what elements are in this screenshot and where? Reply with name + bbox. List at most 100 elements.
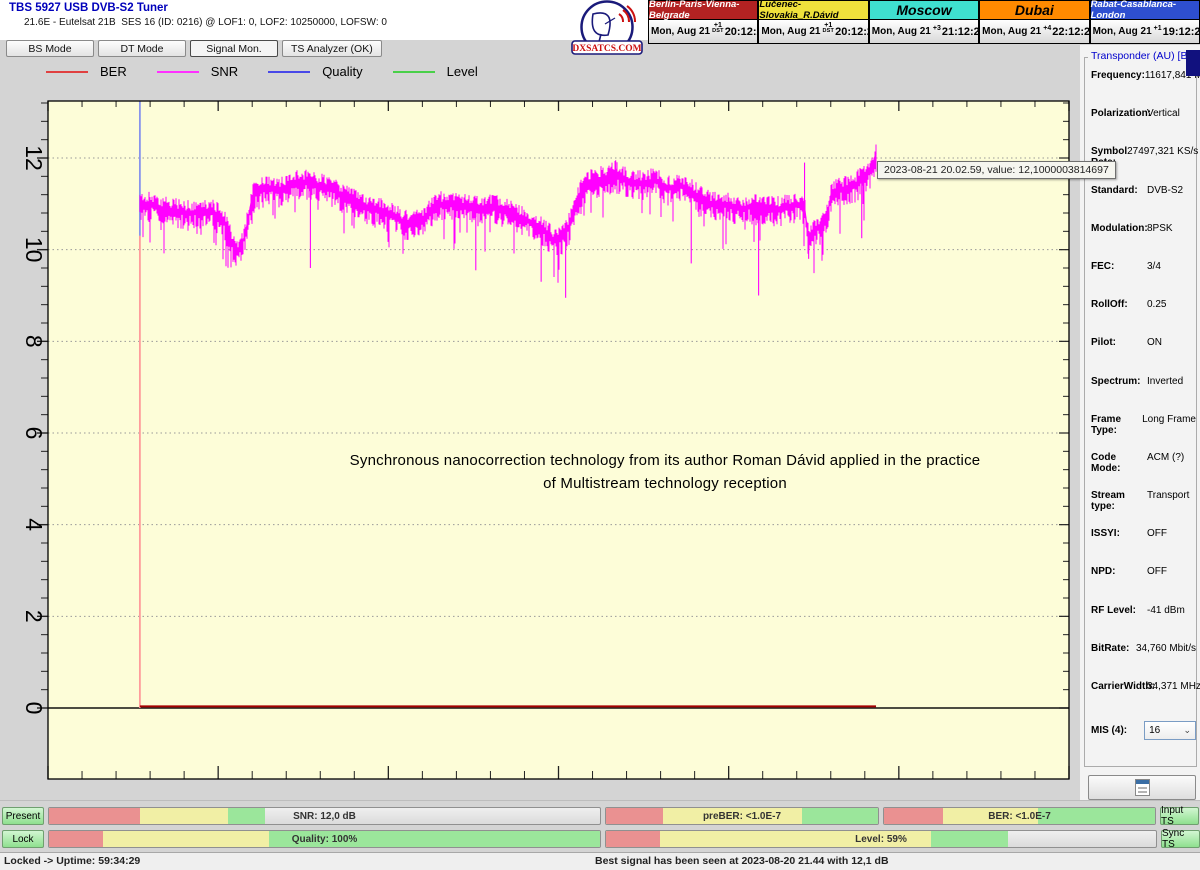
transponder-field-row: Modulation:8PSK — [1091, 223, 1196, 261]
field-value: 3/4 — [1147, 261, 1161, 299]
tuner-app-window: TBS 5927 USB DVB-S2 Tuner 21.6E - Eutels… — [0, 0, 1200, 870]
field-value: 8PSK — [1147, 223, 1173, 261]
clock-4: Rabat-Casablanca-LondonMon, Aug 21+119:1… — [1090, 0, 1200, 44]
bar-label: preBER: <1.0E-7 — [606, 808, 878, 824]
lock-button[interactable]: Lock — [2, 830, 44, 848]
clock-3: DubaiMon, Aug 21+422:12:23 — [979, 0, 1089, 44]
legend-item-snr: SNR — [157, 64, 238, 79]
signal-bars-row-2: Lock Quality: 100% Level: 59% Sync TS — [2, 830, 1200, 848]
field-label: RollOff: — [1091, 299, 1147, 337]
transponder-field-row: RF Level:-41 dBm — [1091, 605, 1196, 643]
transponder-field-row: Frequency:11617,841 MHz — [1091, 70, 1196, 108]
transponder-field-row: Code Mode:ACM (?) — [1091, 452, 1196, 490]
legend-line-ber — [46, 71, 88, 73]
present-button[interactable]: Present — [2, 807, 44, 825]
clock-time-row: Mon, Aug 21+1DST20:12:23 — [758, 20, 868, 44]
dst-flag: DST — [712, 29, 724, 35]
legend-item-ber: BER — [46, 64, 127, 79]
legend-label: Level — [447, 64, 478, 79]
chart-legend: BER SNR Quality Level — [46, 64, 508, 79]
chevron-down-icon: ⌄ — [1183, 725, 1191, 736]
transponder-field-row: BitRate:34,760 Mbit/s — [1091, 643, 1196, 681]
field-label: Polarization: — [1091, 108, 1147, 146]
legend-line-quality — [268, 71, 310, 73]
clock-city-label: Dubai — [979, 0, 1089, 20]
field-value: Inverted — [1147, 376, 1183, 414]
right-edge-marker — [1186, 50, 1200, 76]
transponder-field-row: RollOff:0.25 — [1091, 299, 1196, 337]
clock-city-label: Rabat-Casablanca-London — [1090, 0, 1200, 20]
bar-label: SNR: 12,0 dB — [49, 808, 600, 824]
clock-utc-offset: +1DST — [822, 22, 834, 35]
tab-signal-mon[interactable]: Signal Mon. — [190, 40, 278, 57]
clock-date: Mon, Aug 21 — [1093, 26, 1152, 37]
clock-utc-offset: +3 — [933, 25, 941, 32]
status-bar: Locked -> Uptime: 59:34:29 Best signal h… — [0, 852, 1200, 870]
tab-bs-mode[interactable]: BS Mode — [6, 40, 94, 57]
field-value: OFF — [1147, 566, 1167, 604]
mis-select[interactable]: 16 ⌄ — [1144, 721, 1196, 740]
transponder-field-row: ISSYI:OFF — [1091, 528, 1196, 566]
preber-bar: preBER: <1.0E-7 — [605, 807, 879, 825]
list-icon — [1135, 779, 1150, 796]
svg-text:6: 6 — [21, 427, 47, 440]
clock-time-row: Mon, Aug 21+119:12:23 — [1090, 20, 1200, 44]
field-value: OFF — [1147, 528, 1167, 566]
window-title: TBS 5927 USB DVB-S2 Tuner — [9, 2, 168, 14]
utc-offset-value: +4 — [1043, 25, 1051, 32]
tuner-subtitle: 21.6E - Eutelsat 21B SES 16 (ID: 0216) @… — [24, 17, 387, 28]
clock-city-label: Berlin-Paris-Vienna-Belgrade — [648, 0, 758, 20]
snr-bar: SNR: 12,0 dB — [48, 807, 601, 825]
field-label: Frequency: — [1091, 70, 1145, 108]
field-value: 34,371 MHz — [1147, 681, 1200, 719]
clock-0: Berlin-Paris-Vienna-BelgradeMon, Aug 21+… — [648, 0, 758, 44]
mis-value: 16 — [1149, 725, 1160, 736]
field-label: Frame Type: — [1091, 414, 1142, 452]
svg-text:0: 0 — [21, 702, 47, 715]
clock-time-value: 19:12:23 — [1163, 26, 1200, 38]
transponder-panel: Transponder (AU) [BS] Frequency:11617,84… — [1080, 45, 1200, 800]
bar-label: BER: <1.0E-7 — [884, 808, 1155, 824]
input-ts-button[interactable]: Input TS — [1160, 807, 1199, 825]
field-value: DVB-S2 — [1147, 185, 1183, 223]
field-value: 34,760 Mbit/s — [1136, 643, 1196, 681]
ts-dialog-button[interactable] — [1088, 775, 1196, 800]
transponder-field-row: CarrierWidth:34,371 MHz — [1091, 681, 1196, 719]
sync-ts-button[interactable]: Sync TS — [1161, 830, 1200, 848]
field-label: Standard: — [1091, 185, 1147, 223]
field-label: Code Mode: — [1091, 452, 1147, 490]
utc-offset-value: +3 — [933, 25, 941, 32]
transponder-field-row: Polarization:Vertical — [1091, 108, 1196, 146]
tab-dt-mode[interactable]: DT Mode — [98, 40, 186, 57]
clock-city-label: Lučenec-Slovakia_R.Dávid — [758, 0, 868, 20]
clock-time-row: Mon, Aug 21+321:12:23 — [869, 20, 979, 44]
dxsatcs-logo: DXSATCS.COM — [561, 0, 653, 58]
transponder-field-row: Stream type:Transport — [1091, 490, 1196, 528]
svg-text:8: 8 — [21, 335, 47, 348]
signal-bars-row-1: Present SNR: 12,0 dB preBER: <1.0E-7 BER: <… — [2, 807, 1199, 825]
field-value: 0.25 — [1147, 299, 1166, 337]
logo-text: DXSATCS.COM — [572, 44, 641, 54]
signal-chart-area: BERSNRQualityLevel 024681012 Synchronous… — [0, 58, 1080, 800]
clock-date: Mon, Aug 21 — [982, 26, 1041, 37]
clock-utc-offset: +1 — [1154, 25, 1162, 32]
svg-text:2: 2 — [21, 610, 47, 623]
signal-bars: Present SNR: 12,0 dB preBER: <1.0E-7 BER: <… — [0, 800, 1200, 852]
bar-label: Quality: 100% — [49, 831, 600, 847]
clock-time-row: Mon, Aug 21+422:12:23 — [979, 20, 1089, 44]
tab-ts-analyzer-ok[interactable]: TS Analyzer (OK) — [282, 40, 382, 57]
clock-time-row: Mon, Aug 21+1DST20:12:23 — [648, 20, 758, 44]
field-value: -41 dBm — [1147, 605, 1185, 643]
chart-tooltip: 2023-08-21 20.02.59, value: 12,100000381… — [877, 161, 1116, 179]
field-value: ON — [1147, 337, 1162, 375]
transponder-field-row: Pilot:ON — [1091, 337, 1196, 375]
clock-date: Mon, Aug 21 — [872, 26, 931, 37]
bar-label: Level: 59% — [606, 831, 1156, 847]
clock-date: Mon, Aug 21 — [761, 26, 820, 37]
ber-bar: BER: <1.0E-7 — [883, 807, 1156, 825]
legend-line-level — [393, 71, 435, 73]
field-value: ACM (?) — [1147, 452, 1184, 490]
field-label: RF Level: — [1091, 605, 1147, 643]
chart-annotation: Synchronous nanocorrection technology fr… — [330, 449, 1000, 495]
legend-item-quality: Quality — [268, 64, 362, 79]
